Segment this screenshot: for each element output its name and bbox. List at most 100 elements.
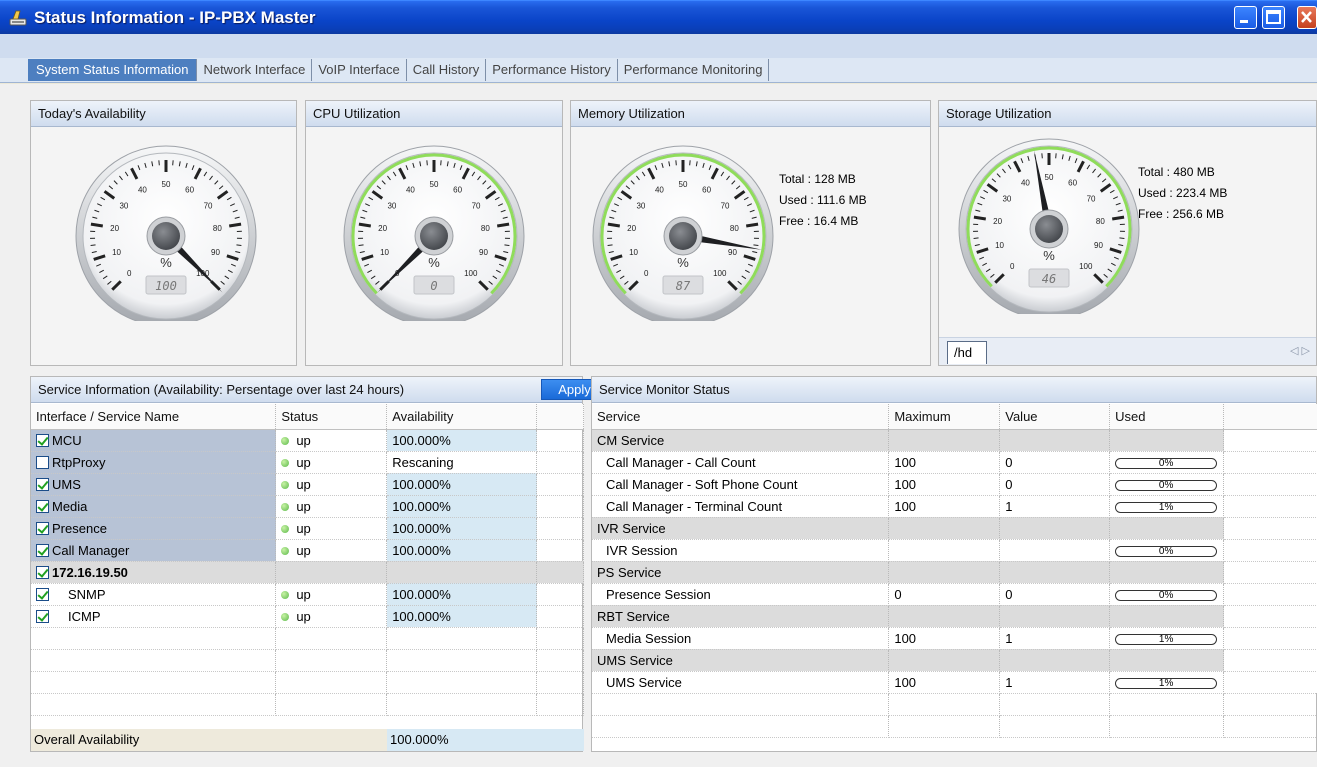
volume-tab-hd[interactable]: /hd <box>947 341 987 364</box>
status-up-icon <box>281 612 290 621</box>
tab-performance-monitoring[interactable]: Performance Monitoring <box>618 59 770 81</box>
table-row[interactable]: Presence up 100.000% <box>31 517 584 540</box>
tab-call-history[interactable]: Call History <box>407 59 487 81</box>
column-header-availability[interactable]: Availability <box>386 404 538 430</box>
status-up-icon <box>281 436 290 445</box>
memory-free: Free : 16.4 MB <box>779 214 859 228</box>
table-row[interactable]: Media Session 100 1 1% <box>592 627 1317 650</box>
empty-cell <box>1223 495 1317 518</box>
table-row[interactable]: Call Manager - Call Count 100 0 0% <box>592 451 1317 474</box>
gauge-tick <box>90 222 104 228</box>
service-checkbox[interactable] <box>36 565 49 579</box>
gauge-tick-label: 50 <box>679 180 688 189</box>
empty-cell <box>1109 715 1225 738</box>
column-header-value[interactable]: Value <box>999 404 1111 430</box>
gauge-hub <box>152 222 180 250</box>
gauge-unit: % <box>428 255 440 270</box>
memory-used: Used : 111.6 MB <box>779 193 867 207</box>
gauge-tick-label: 80 <box>1096 217 1105 226</box>
tab-scroll-arrows[interactable]: ◁ ▷ <box>1290 344 1310 357</box>
tab-network-interface[interactable]: Network Interface <box>197 59 313 81</box>
service-checkbox[interactable] <box>36 433 49 447</box>
usage-bar: 0% <box>1115 479 1218 491</box>
main-content: Today's Availability 0 10 20 30 40 50 60 70 80 90… <box>0 84 1317 767</box>
table-row[interactable]: Call Manager - Terminal Count 100 1 1% <box>592 495 1317 518</box>
tab-system-status[interactable]: System Status Information <box>28 59 198 81</box>
service-name: MCU <box>52 432 82 448</box>
status-up-icon <box>281 502 290 511</box>
service-checkbox[interactable] <box>36 543 49 557</box>
column-header-service[interactable]: Service <box>592 404 890 430</box>
table-row[interactable]: Media up 100.000% <box>31 495 584 518</box>
empty-cell <box>1223 539 1317 562</box>
gauge-tick-label: 0 <box>127 269 132 278</box>
status-cell <box>275 561 388 584</box>
minimize-button[interactable] <box>1234 6 1257 29</box>
usage-bar: 1% <box>1115 501 1218 513</box>
service-checkbox[interactable] <box>36 477 49 491</box>
storage-gauge: 0 10 20 30 40 50 60 70 80 90 100% 46 <box>958 138 1140 314</box>
empty-cell <box>1223 627 1317 650</box>
empty-cell <box>999 693 1111 716</box>
used-cell: 1% <box>1109 671 1225 694</box>
empty-cell <box>536 517 584 540</box>
service-cell: Media Session <box>592 627 890 650</box>
table-group-row[interactable]: CM Service <box>592 429 1317 452</box>
table-group-row[interactable]: 172.16.19.50 <box>31 561 584 584</box>
gauge-tick-label: 50 <box>430 180 439 189</box>
status-text: up <box>296 498 311 514</box>
tab-voip-interface[interactable]: VoIP Interface <box>312 59 407 81</box>
table-row[interactable]: Call Manager - Soft Phone Count 100 0 0% <box>592 473 1317 496</box>
maximize-button[interactable] <box>1262 6 1285 29</box>
table-row[interactable]: UMS up 100.000% <box>31 473 584 496</box>
table-row[interactable]: Presence Session 0 0 0% <box>592 583 1317 606</box>
gauge-tick-label: 60 <box>185 186 194 195</box>
empty-cell <box>536 671 584 694</box>
table-group-row[interactable]: RBT Service <box>592 605 1317 628</box>
service-checkbox[interactable] <box>36 521 49 535</box>
table-row[interactable]: ICMP up 100.000% <box>31 605 584 628</box>
close-button[interactable] <box>1297 6 1317 29</box>
gauge-tick-label: 60 <box>702 186 711 195</box>
gauge-tick-label: 70 <box>204 201 213 210</box>
gauge-readout: 46 <box>1042 272 1056 286</box>
table-group-row[interactable]: IVR Service <box>592 517 1317 540</box>
column-header-used[interactable]: Used <box>1109 404 1225 430</box>
column-header-status[interactable]: Status <box>275 404 388 430</box>
availability-cell: 100.000% <box>386 495 538 518</box>
status-cell: up <box>275 473 388 496</box>
empty-cell <box>1223 649 1317 672</box>
table-row[interactable]: SNMP up 100.000% <box>31 583 584 606</box>
table-group-row[interactable]: UMS Service <box>592 649 1317 672</box>
status-text: up <box>296 454 311 470</box>
service-checkbox[interactable] <box>36 587 49 601</box>
table-row[interactable]: Call Manager up 100.000% <box>31 539 584 562</box>
table-row[interactable]: MCU up 100.000% <box>31 429 584 452</box>
table-group-row[interactable]: PS Service <box>592 561 1317 584</box>
gauge-tick <box>607 222 621 228</box>
close-icon <box>1301 11 1312 23</box>
value-cell <box>999 561 1111 584</box>
table-row[interactable]: IVR Session 0% <box>592 539 1317 562</box>
used-cell: 1% <box>1109 495 1225 518</box>
gauge-unit: % <box>1043 248 1055 263</box>
empty-cell <box>1223 605 1317 628</box>
service-checkbox[interactable] <box>36 609 49 623</box>
empty-cell <box>1223 429 1317 452</box>
service-checkbox[interactable] <box>36 455 49 469</box>
column-header-maximum[interactable]: Maximum <box>888 404 1001 430</box>
gauge-tick-label: 50 <box>1045 173 1054 182</box>
memory-total: Total : 128 MB <box>779 172 856 186</box>
gauge-tick-label: 70 <box>1087 194 1096 203</box>
gauge-tick-label: 30 <box>119 201 128 210</box>
maximum-cell <box>888 561 1001 584</box>
service-checkbox[interactable] <box>36 499 49 513</box>
table-row[interactable]: RtpProxy up Rescaning <box>31 451 584 474</box>
tab-performance-history[interactable]: Performance History <box>486 59 618 81</box>
empty-cell <box>888 715 1001 738</box>
column-header-name[interactable]: Interface / Service Name <box>31 404 277 430</box>
table-row[interactable]: UMS Service 100 1 1% <box>592 671 1317 694</box>
availability-panel: Today's Availability 0 10 20 30 40 50 60 70 80 90… <box>30 100 297 366</box>
used-cell: 1% <box>1109 627 1225 650</box>
gauge-tick-label: 60 <box>1068 179 1077 188</box>
